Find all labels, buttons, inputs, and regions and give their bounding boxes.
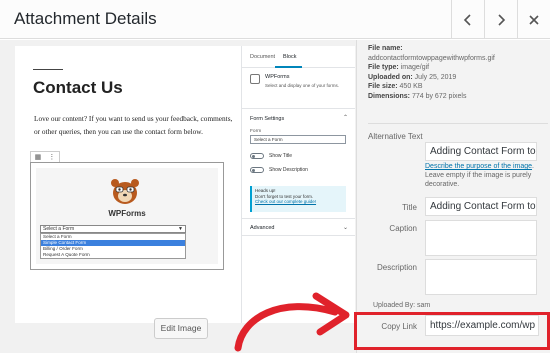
file-type: image/gif: [400, 64, 430, 71]
form-icon: [250, 74, 260, 84]
block-grid-icon: ▦: [34, 154, 42, 161]
block-name: WPForms: [265, 74, 290, 80]
file-type-label: File type:: [368, 64, 399, 71]
chevron-left-icon: [463, 13, 471, 26]
form-select-options: Select a Form Simple Contact Form Billin…: [40, 233, 186, 259]
tab-document[interactable]: Document: [250, 54, 275, 60]
file-size-label: File size:: [368, 83, 398, 90]
wpforms-label: WPForms: [108, 209, 146, 218]
chevron-down-icon: ▼: [178, 226, 183, 232]
sidebar-tabs: Document Block: [242, 46, 355, 68]
description-label: Description: [376, 263, 417, 272]
form-option[interactable]: Request A Quote Form: [41, 252, 185, 258]
form-settings-panel: Form Settings ⌃ Form Select a Form Show …: [242, 109, 355, 219]
alt-text-input[interactable]: Adding Contact Form to: [425, 142, 537, 161]
uploaded-by: Uploaded By: sam: [373, 302, 431, 309]
uploaded-on: July 25, 2019: [414, 73, 457, 81]
title-label: Title: [402, 203, 417, 212]
advanced-panel[interactable]: Advanced ⌄: [242, 219, 355, 236]
previous-button[interactable]: [451, 0, 484, 39]
form-select-value: Select a Form: [43, 226, 75, 232]
notice-box: Heads up! Don't forget to test your form…: [250, 186, 346, 212]
block-card: WPForms Select and display one of your f…: [242, 68, 355, 109]
caption-label: Caption: [389, 224, 417, 233]
file-size: 450 KB: [399, 83, 423, 90]
alt-text-label: Alternative Text: [368, 132, 423, 141]
edit-image-button[interactable]: Edit Image: [154, 318, 208, 339]
editor-sidebar: Document Block WPForms Select and displa…: [241, 46, 355, 323]
block-description: Select and display one of your forms.: [265, 83, 340, 88]
attachment-image: Contact Us Love our content? If you want…: [15, 46, 355, 323]
dimensions-label: Dimensions:: [368, 92, 411, 100]
form-label: Form: [250, 129, 262, 134]
file-meta: File name: addcontactformtowppagewithwpf…: [368, 44, 495, 101]
close-icon: [529, 14, 539, 25]
file-name-label: File name:: [368, 45, 403, 52]
show-description-label: Show Description: [269, 167, 308, 173]
close-button[interactable]: [517, 0, 550, 39]
form-select[interactable]: Select a Form ▼: [40, 225, 186, 233]
modal-title: Attachment Details: [14, 9, 157, 28]
description-textarea[interactable]: [425, 259, 537, 295]
title-divider: [33, 69, 63, 70]
chevron-up-icon: ⌃: [342, 115, 348, 121]
show-title-toggle[interactable]: [250, 153, 264, 159]
alt-text-help: Describe the purpose of the image. Leave…: [425, 162, 540, 189]
tab-block[interactable]: Block: [283, 54, 296, 60]
annotation-arrow-icon: [234, 292, 350, 352]
show-title-label: Show Title: [269, 153, 293, 159]
preview-paragraph: Love our content? If you want to send us…: [34, 114, 233, 136]
dimensions: 774 by 672 pixels: [411, 92, 467, 100]
highlight-box: [354, 312, 550, 350]
show-description-toggle[interactable]: [250, 167, 264, 173]
uploaded-on-label: Uploaded on:: [368, 73, 413, 81]
alt-text-help-link[interactable]: Describe the purpose of the image: [425, 163, 532, 170]
preview-page-title: Contact Us: [33, 78, 123, 97]
wpforms-block: WPForms Select a Form ▼ Select a Form Si…: [30, 162, 224, 270]
chevron-down-icon: ⌄: [342, 225, 348, 231]
file-name: addcontactformtowppagewithwpforms.gif: [368, 54, 495, 62]
title-input[interactable]: Adding Contact Form to: [425, 197, 537, 216]
form-settings-title[interactable]: Form Settings: [250, 116, 284, 122]
wpforms-bear-icon: [111, 179, 139, 204]
advanced-title: Advanced: [250, 225, 275, 231]
guide-link[interactable]: Check out our complete guide!: [255, 199, 343, 205]
more-options-icon: ⋮: [48, 154, 56, 161]
sidebar-form-select[interactable]: Select a Form: [250, 135, 346, 144]
caption-textarea[interactable]: [425, 220, 537, 256]
chevron-right-icon: [498, 13, 506, 26]
modal-header: Attachment Details: [0, 0, 550, 39]
next-button[interactable]: [484, 0, 517, 39]
wpforms-placeholder: WPForms Select a Form ▼ Select a Form Si…: [36, 168, 218, 264]
attachment-details-panel: File name: addcontactformtowppagewithwpf…: [354, 40, 550, 353]
divider: [368, 123, 548, 124]
